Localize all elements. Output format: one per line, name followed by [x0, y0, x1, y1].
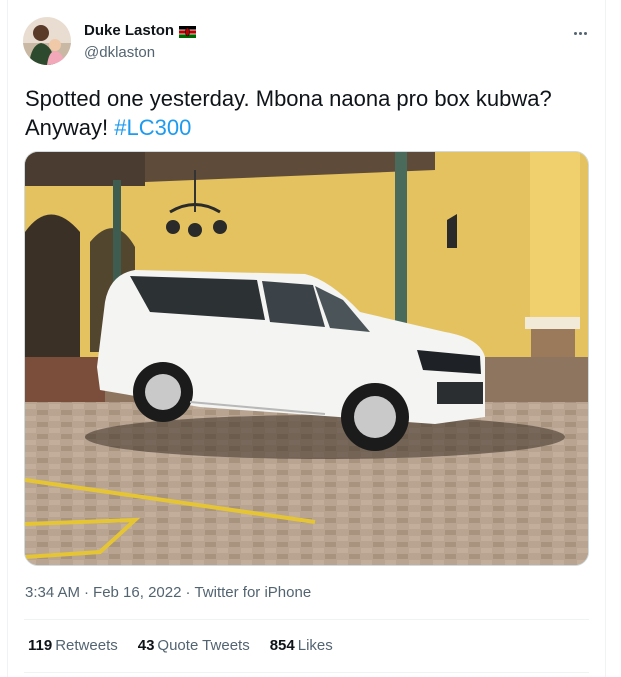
tweet-photo[interactable] — [24, 151, 589, 566]
tweet-meta: 3:34 AM · Feb 16, 2022 · Twitter for iPh… — [25, 584, 311, 601]
quote-tweets-stat[interactable]: 43 Quote Tweets — [138, 637, 250, 654]
quote-tweets-count: 43 — [137, 637, 155, 654]
retweets-stat[interactable]: 119 Retweets — [28, 637, 118, 654]
tweet-source[interactable]: Twitter for iPhone — [194, 584, 311, 601]
engagement-stats: 119 Retweets 43 Quote Tweets 854 Likes — [28, 637, 333, 654]
likes-label: Likes — [297, 637, 333, 654]
tweet-body: Spotted one yesterday. Mbona naona pro b… — [25, 86, 552, 140]
retweets-label: Retweets — [55, 637, 118, 654]
kenya-flag-icon — [179, 25, 197, 38]
tweet-text: Spotted one yesterday. Mbona naona pro b… — [25, 84, 595, 142]
likes-stat[interactable]: 854 Likes — [270, 637, 333, 654]
author-handle[interactable]: @dklaston — [84, 44, 155, 61]
display-name[interactable]: Duke Laston — [84, 22, 174, 39]
divider — [24, 619, 589, 620]
quote-tweets-label: Quote Tweets — [157, 637, 250, 654]
tweet-date[interactable]: Feb 16, 2022 — [93, 584, 181, 601]
author-name-row: Duke Laston — [84, 22, 197, 39]
more-options-icon[interactable] — [569, 28, 591, 38]
divider — [24, 672, 589, 673]
likes-count: 854 — [269, 637, 295, 654]
meta-separator: · — [84, 584, 90, 601]
hashtag-link[interactable]: #LC300 — [114, 115, 191, 140]
avatar[interactable] — [23, 17, 71, 65]
meta-separator: · — [185, 584, 191, 601]
tweet-time[interactable]: 3:34 AM — [25, 584, 80, 601]
retweets-count: 119 — [28, 637, 53, 654]
